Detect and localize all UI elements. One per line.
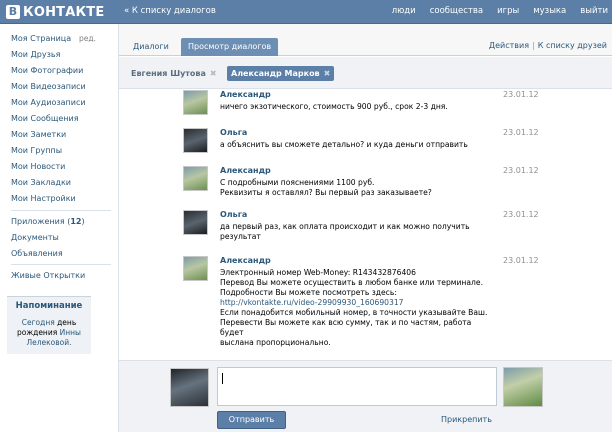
message-line: Подробности Вы можете посмотреть здесь: — [220, 288, 397, 297]
message-author[interactable]: Александр — [220, 256, 271, 265]
sidebar-item-audio[interactable]: Мои Аудиозаписи — [11, 98, 86, 107]
reminder-today-link[interactable]: Сегодня — [22, 318, 55, 327]
reminder-birthday: рождения — [17, 328, 58, 337]
close-icon[interactable]: ✖ — [210, 69, 217, 78]
message-author[interactable]: Ольга — [220, 210, 247, 219]
main-content: Диалоги Просмотр диалогов Действия | К спи… — [118, 24, 612, 432]
sidebar-item-notes[interactable]: Мои Заметки — [11, 130, 66, 139]
to-friends-link[interactable]: К списку друзей — [538, 41, 607, 50]
tab-view-dialogs[interactable]: Просмотр диалогов — [181, 38, 279, 56]
avatar[interactable] — [183, 256, 208, 281]
back-to-dialogs-link[interactable]: « К списку диалогов — [124, 6, 216, 16]
message-line: Если понадобится мобильный номер, в точн… — [220, 308, 488, 317]
sidebar-item-ads[interactable]: Объявления — [11, 249, 63, 258]
message-author[interactable]: Александр — [220, 90, 271, 99]
avatar[interactable] — [183, 210, 208, 235]
sidebar-divider — [11, 210, 111, 211]
sidebar: Моя Страница ред. Мои Друзья Мои Фотогра… — [0, 24, 118, 432]
reminder-name-last[interactable]: Лелековой. — [26, 338, 71, 347]
reminder-title: Напоминание — [15, 301, 83, 311]
nav-games[interactable]: игры — [497, 6, 519, 16]
reminder-line-1: Сегодня день — [7, 318, 91, 327]
text-caret — [222, 373, 223, 384]
top-nav: люди сообщества игры музыка выйти — [392, 6, 608, 16]
peer-avatar[interactable] — [503, 367, 543, 407]
edit-menu-link[interactable]: ред. — [79, 34, 96, 43]
message-line: Перевод Вы можете осуществить в любом ба… — [220, 278, 483, 287]
sidebar-item-groups[interactable]: Мои Группы — [11, 146, 62, 155]
link-separator: | — [532, 41, 535, 50]
message-history: Александр 23.01.12 ничего экзотического,… — [119, 90, 612, 382]
message-line: будет — [220, 328, 244, 337]
avatar[interactable] — [183, 128, 208, 153]
reminder-day: день — [57, 318, 77, 327]
sidebar-item-videos[interactable]: Мои Видеозаписи — [11, 82, 86, 91]
sidebar-item-news[interactable]: Мои Новости — [11, 162, 65, 171]
message-author[interactable]: Ольга — [220, 128, 247, 137]
nav-communities[interactable]: сообщества — [430, 6, 483, 16]
tabs-bar: Диалоги Просмотр диалогов Действия | К спи… — [119, 24, 612, 56]
participant-tab-second[interactable]: Александр Марков ✖ — [227, 66, 335, 81]
message-author[interactable]: Александр — [220, 166, 271, 175]
message-line: Электронный номер Web-Money: R1434328764… — [220, 268, 416, 277]
message-date: 23.01.12 — [503, 128, 539, 137]
sidebar-divider — [11, 264, 111, 265]
apps-label: Приложения — [11, 217, 65, 226]
sidebar-item-friends[interactable]: Мои Друзья — [11, 50, 60, 59]
message-text: Электронный номер Web-Money: R1434328764… — [220, 268, 490, 348]
message-input[interactable] — [217, 367, 497, 406]
message-text: С подробными пояснениями 1100 руб. Рекви… — [220, 178, 490, 198]
reminder-line-3: Лелековой. — [7, 338, 91, 347]
nav-music[interactable]: музыка — [533, 6, 566, 16]
nav-logout[interactable]: выйти — [580, 6, 608, 16]
send-button[interactable]: Отправить — [217, 411, 286, 429]
message-text: а объяснить вы сможете детально? и куда … — [220, 140, 490, 150]
vk-logo[interactable]: B КОНТАКТЕ — [6, 4, 104, 20]
reminder-name-first[interactable]: Инны — [60, 328, 81, 337]
message-line: С подробными пояснениями 1100 руб. — [220, 178, 375, 187]
message-date: 23.01.12 — [503, 90, 539, 99]
sidebar-item-bookmarks[interactable]: Мои Закладки — [11, 178, 71, 187]
participants-bar: Евгения Шутова ✖ Александр Марков ✖ — [119, 57, 612, 89]
vk-logo-icon: B — [6, 5, 20, 19]
message-line: выслана пропорционально. — [220, 338, 331, 347]
message-line: Перевести Вы можете как всю сумму, так и… — [220, 318, 472, 327]
reply-area: Отправить Прикрепить — [119, 360, 612, 432]
participant-tab-first[interactable]: Евгения Шутова ✖ — [127, 66, 221, 81]
top-bar: B КОНТАКТЕ « К списку диалогов люди сооб… — [0, 0, 612, 24]
message-date: 23.01.12 — [503, 256, 539, 265]
message-line: результат — [220, 232, 261, 241]
reminder-line-2: рождения Инны — [7, 328, 91, 337]
sidebar-item-messages[interactable]: Мои Сообщения — [11, 114, 79, 123]
apps-count: 12 — [70, 217, 82, 226]
message-line: Реквизиты я оставлял? Вы первый раз зака… — [220, 188, 432, 197]
my-avatar[interactable] — [170, 368, 209, 407]
avatar[interactable] — [183, 166, 208, 191]
sidebar-item-documents[interactable]: Документы — [11, 233, 59, 242]
close-icon[interactable]: ✖ — [324, 69, 331, 78]
sidebar-item-settings[interactable]: Мои Настройки — [11, 194, 76, 203]
sidebar-item-apps[interactable]: Приложения (12) — [11, 217, 85, 226]
tab-dialogs[interactable]: Диалоги — [126, 38, 176, 56]
logo-text: КОНТАКТЕ — [23, 4, 105, 20]
message-line: да первый раз, как оплата происходит и к… — [220, 222, 470, 231]
sidebar-item-my-page[interactable]: Моя Страница — [11, 34, 71, 43]
participant-name: Александр Марков — [231, 69, 320, 78]
actions-link[interactable]: Действия — [489, 41, 529, 50]
avatar[interactable] — [183, 90, 208, 115]
video-link[interactable]: http://vkontakte.ru/video-29909930_16069… — [220, 298, 490, 308]
attach-link[interactable]: Прикрепить — [441, 415, 492, 424]
nav-people[interactable]: люди — [392, 6, 416, 16]
message-text: да первый раз, как оплата происходит и к… — [220, 222, 490, 242]
reminder-box: Напоминание Сегодня день рождения Инны Л… — [7, 296, 91, 354]
tab-links: Действия | К списку друзей — [489, 41, 607, 50]
message-text: ничего экзотического, стоимость 900 руб.… — [220, 102, 490, 112]
sidebar-item-photos[interactable]: Мои Фотографии — [11, 66, 83, 75]
message-line: ничего экзотического, стоимость 900 руб.… — [220, 102, 448, 111]
message-date: 23.01.12 — [503, 210, 539, 219]
message-line: а объяснить вы сможете детально? и куда … — [220, 140, 468, 149]
participant-name: Евгения Шутова — [131, 69, 206, 78]
sidebar-item-live-cards[interactable]: Живые Открытки — [11, 271, 85, 280]
message-date: 23.01.12 — [503, 166, 539, 175]
